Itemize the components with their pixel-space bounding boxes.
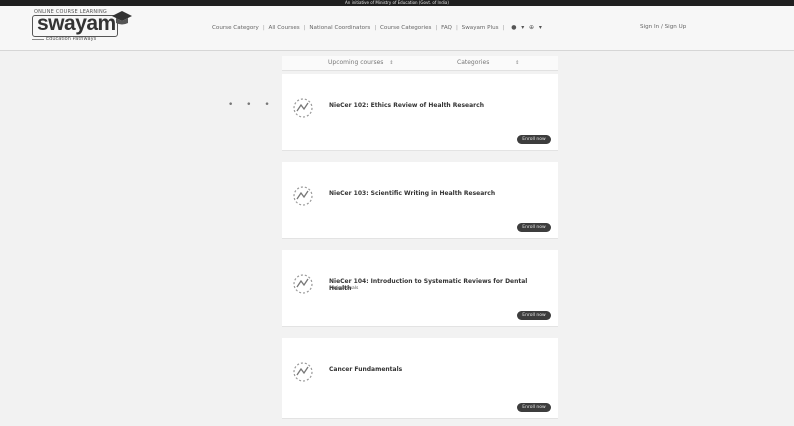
nav-swayam-plus[interactable]: Swayam Plus xyxy=(462,25,499,31)
course-thumbnail-icon xyxy=(293,274,313,294)
course-thumbnail-icon xyxy=(293,186,313,206)
nav-national-coordinators[interactable]: National Coordinators xyxy=(309,25,370,31)
course-title[interactable]: NieCer 103: Scientific Writing in Health… xyxy=(329,190,549,197)
course-card[interactable]: NieCer 104: Introduction to Systematic R… xyxy=(282,250,558,327)
main-navigation: Course Category | All Courses | National C… xyxy=(212,24,542,31)
swayam-logo[interactable]: ONLINE COURSE LEARNING swayam Education … xyxy=(32,9,134,44)
course-subtitle: Professionals xyxy=(329,286,359,291)
enroll-button[interactable]: Enroll now xyxy=(517,223,551,232)
logo-wordmark: swayam xyxy=(37,12,116,35)
chevron-down-icon: ⇕ xyxy=(515,60,520,66)
enroll-button[interactable]: Enroll now xyxy=(517,135,551,144)
course-card[interactable]: Cancer Fundamentals Enroll now xyxy=(282,338,558,419)
logo-underline xyxy=(32,39,44,40)
graduation-cap-icon xyxy=(112,11,132,25)
nav-course-categories[interactable]: Course Categories xyxy=(380,25,431,31)
site-header: ONLINE COURSE LEARNING swayam Education … xyxy=(0,6,794,51)
chevron-down-icon[interactable]: ▾ xyxy=(539,24,542,31)
categories-dropdown[interactable]: Categories ⇕ xyxy=(457,59,519,66)
upcoming-courses-label: Upcoming courses xyxy=(328,59,384,66)
sign-in-link[interactable]: Sign In / Sign Up xyxy=(640,24,686,30)
course-title[interactable]: NieCer 102: Ethics Review of Health Rese… xyxy=(329,102,549,109)
chevron-down-icon: ⇕ xyxy=(389,60,394,66)
course-card[interactable]: NieCer 102: Ethics Review of Health Rese… xyxy=(282,74,558,151)
nav-faq[interactable]: FAQ xyxy=(441,25,452,31)
course-title[interactable]: NieCer 104: Introduction to Systematic R… xyxy=(329,278,549,292)
enroll-button[interactable]: Enroll now xyxy=(517,403,551,412)
course-title[interactable]: Cancer Fundamentals xyxy=(329,366,549,373)
chevron-down-icon[interactable]: ▾ xyxy=(521,24,524,31)
categories-label: Categories xyxy=(457,59,490,66)
nav-all-courses[interactable]: All Courses xyxy=(269,25,300,31)
course-card[interactable]: NieCer 103: Scientific Writing in Health… xyxy=(282,162,558,239)
enroll-button[interactable]: Enroll now xyxy=(517,311,551,320)
logo-bottom-tagline: Education Pathways xyxy=(46,36,97,42)
nav-course-category[interactable]: Course Category xyxy=(212,25,259,31)
user-icon[interactable]: ● xyxy=(511,24,516,31)
course-thumbnail-icon xyxy=(293,98,313,118)
course-filters: Upcoming courses ⇕ Categories ⇕ xyxy=(282,56,558,71)
course-thumbnail-icon xyxy=(293,362,313,382)
globe-icon[interactable]: ⊕ xyxy=(529,24,534,31)
upcoming-courses-dropdown[interactable]: Upcoming courses ⇕ xyxy=(328,59,394,66)
